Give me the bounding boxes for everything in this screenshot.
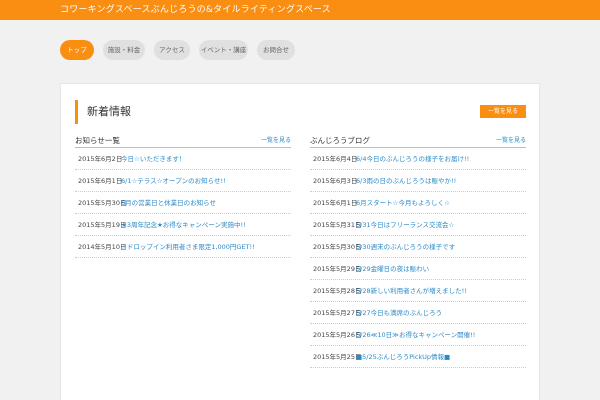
blog-row: 2015年6月3日 6/3雨の日のぶんじろうは賑やか!! xyxy=(310,170,526,192)
news-more-link[interactable]: 一覧を見る xyxy=(261,136,291,146)
blog-date: 2015年5月28日 xyxy=(313,287,362,295)
blog-row: 2015年5月28日 5/28新しい利用者さんが増えました!! xyxy=(310,280,526,302)
blog-link[interactable]: 5/29金曜日の夜は賑わい xyxy=(356,264,429,274)
section-heading: 新着情報 xyxy=(75,100,131,124)
blog-link[interactable]: ■5/25ぶんじろうPickUp情報■ xyxy=(356,352,450,362)
nav-item-facilities[interactable]: 施設・料金 xyxy=(103,40,145,60)
blog-column-title: ぶんじろうブログ xyxy=(310,136,370,145)
nav-item-events[interactable]: イベント・講座 xyxy=(199,40,248,60)
view-all-button[interactable]: 一覧を見る xyxy=(480,105,526,118)
blog-row: 2015年5月26日 5/26≪10日≫お得なキャンペーン開催!! xyxy=(310,324,526,346)
blog-column: ぶんじろうブログ 一覧を見る 2015年6月4日 6/4今日のぶんじろうの様子を… xyxy=(310,136,526,368)
blog-date: 2015年6月3日 xyxy=(313,177,358,185)
main-navigation: トップ 施設・料金 アクセス イベント・講座 お問合せ xyxy=(60,40,304,60)
blog-link[interactable]: 6/3雨の日のぶんじろうは賑やか!! xyxy=(356,176,456,186)
blog-row: 2015年5月27日 5/27今日も満席のぶんじろう xyxy=(310,302,526,324)
blog-link[interactable]: 6月スタート☆今月もよろしく☆ xyxy=(356,198,450,208)
blog-row: 2015年5月25日 ■5/25ぶんじろうPickUp情報■ xyxy=(310,346,526,368)
blog-row: 2015年6月1日 6月スタート☆今月もよろしく☆ xyxy=(310,192,526,214)
nav-item-top[interactable]: トップ xyxy=(60,40,94,60)
blog-date: 2015年6月4日 xyxy=(313,155,358,163)
blog-link[interactable]: 5/31今日はフリーランス交流会☆ xyxy=(356,220,454,230)
section-title: 新着情報 xyxy=(87,105,131,118)
news-date: 2015年5月19日 xyxy=(78,221,127,229)
blog-link[interactable]: 5/27今日も満席のぶんじろう xyxy=(356,308,442,318)
blog-column-header: ぶんじろうブログ 一覧を見る xyxy=(310,136,526,148)
nav-item-contact[interactable]: お問合せ xyxy=(257,40,295,60)
news-column-title: お知らせ一覧 xyxy=(75,136,120,145)
news-date: 2015年5月30日 xyxy=(78,199,127,207)
news-row: 2015年6月2日 今日☆いただきます！ xyxy=(75,148,291,170)
blog-row: 2015年5月30日 5/30週末のぶんじろうの様子です xyxy=(310,236,526,258)
blog-date: 2015年5月29日 xyxy=(313,265,362,273)
top-header-bar: コワーキングスペースぶんじろうの&タイルライティングスペース xyxy=(0,0,600,20)
blog-link[interactable]: 5/26≪10日≫お得なキャンペーン開催!! xyxy=(356,330,475,340)
news-link[interactable]: ☆ドロップイン利用者さま限定1,000円GET!! xyxy=(121,242,255,252)
nav-item-access[interactable]: アクセス xyxy=(154,40,190,60)
news-row: 2014年5月10日 ☆ドロップイン利用者さま限定1,000円GET!! xyxy=(75,236,291,258)
blog-row: 2015年5月31日 5/31今日はフリーランス交流会☆ xyxy=(310,214,526,236)
blog-date: 2015年6月1日 xyxy=(313,199,358,207)
blog-date: 2015年5月25日 xyxy=(313,353,362,361)
news-link[interactable]: 6月の営業日と休業日のお知らせ xyxy=(121,198,216,208)
blog-link[interactable]: 5/30週末のぶんじろうの様子です xyxy=(356,242,455,252)
news-date: 2015年6月2日 xyxy=(78,155,123,163)
blog-date: 2015年5月30日 xyxy=(313,243,362,251)
news-link[interactable]: ★3周年記念★お得なキャンペーン実施中!! xyxy=(121,220,246,230)
site-title[interactable]: コワーキングスペースぶんじろうの&タイルライティングスペース xyxy=(60,4,331,16)
blog-date: 2015年5月31日 xyxy=(313,221,362,229)
blog-more-link[interactable]: 一覧を見る xyxy=(496,136,526,146)
content-panel: 新着情報 一覧を見る お知らせ一覧 一覧を見る 2015年6月2日 今日☆いただ… xyxy=(60,83,540,400)
blog-row: 2015年6月4日 6/4今日のぶんじろうの様子をお届け!! xyxy=(310,148,526,170)
news-row: 2015年5月30日 6月の営業日と休業日のお知らせ xyxy=(75,192,291,214)
blog-row: 2015年5月29日 5/29金曜日の夜は賑わい xyxy=(310,258,526,280)
news-column-header: お知らせ一覧 一覧を見る xyxy=(75,136,291,148)
news-date: 2014年5月10日 xyxy=(78,243,127,251)
news-column: お知らせ一覧 一覧を見る 2015年6月2日 今日☆いただきます！ 2015年6… xyxy=(75,136,291,258)
news-row: 2015年5月19日 ★3周年記念★お得なキャンペーン実施中!! xyxy=(75,214,291,236)
news-row: 2015年6月1日 6/1☆テラス☆オープンのお知らせ!! xyxy=(75,170,291,192)
blog-date: 2015年5月26日 xyxy=(313,331,362,339)
blog-link[interactable]: 5/28新しい利用者さんが増えました!! xyxy=(356,286,467,296)
news-link[interactable]: 6/1☆テラス☆オープンのお知らせ!! xyxy=(121,176,226,186)
blog-date: 2015年5月27日 xyxy=(313,309,362,317)
blog-link[interactable]: 6/4今日のぶんじろうの様子をお届け!! xyxy=(356,154,469,164)
news-date: 2015年6月1日 xyxy=(78,177,123,185)
news-link[interactable]: 今日☆いただきます！ xyxy=(121,154,185,164)
